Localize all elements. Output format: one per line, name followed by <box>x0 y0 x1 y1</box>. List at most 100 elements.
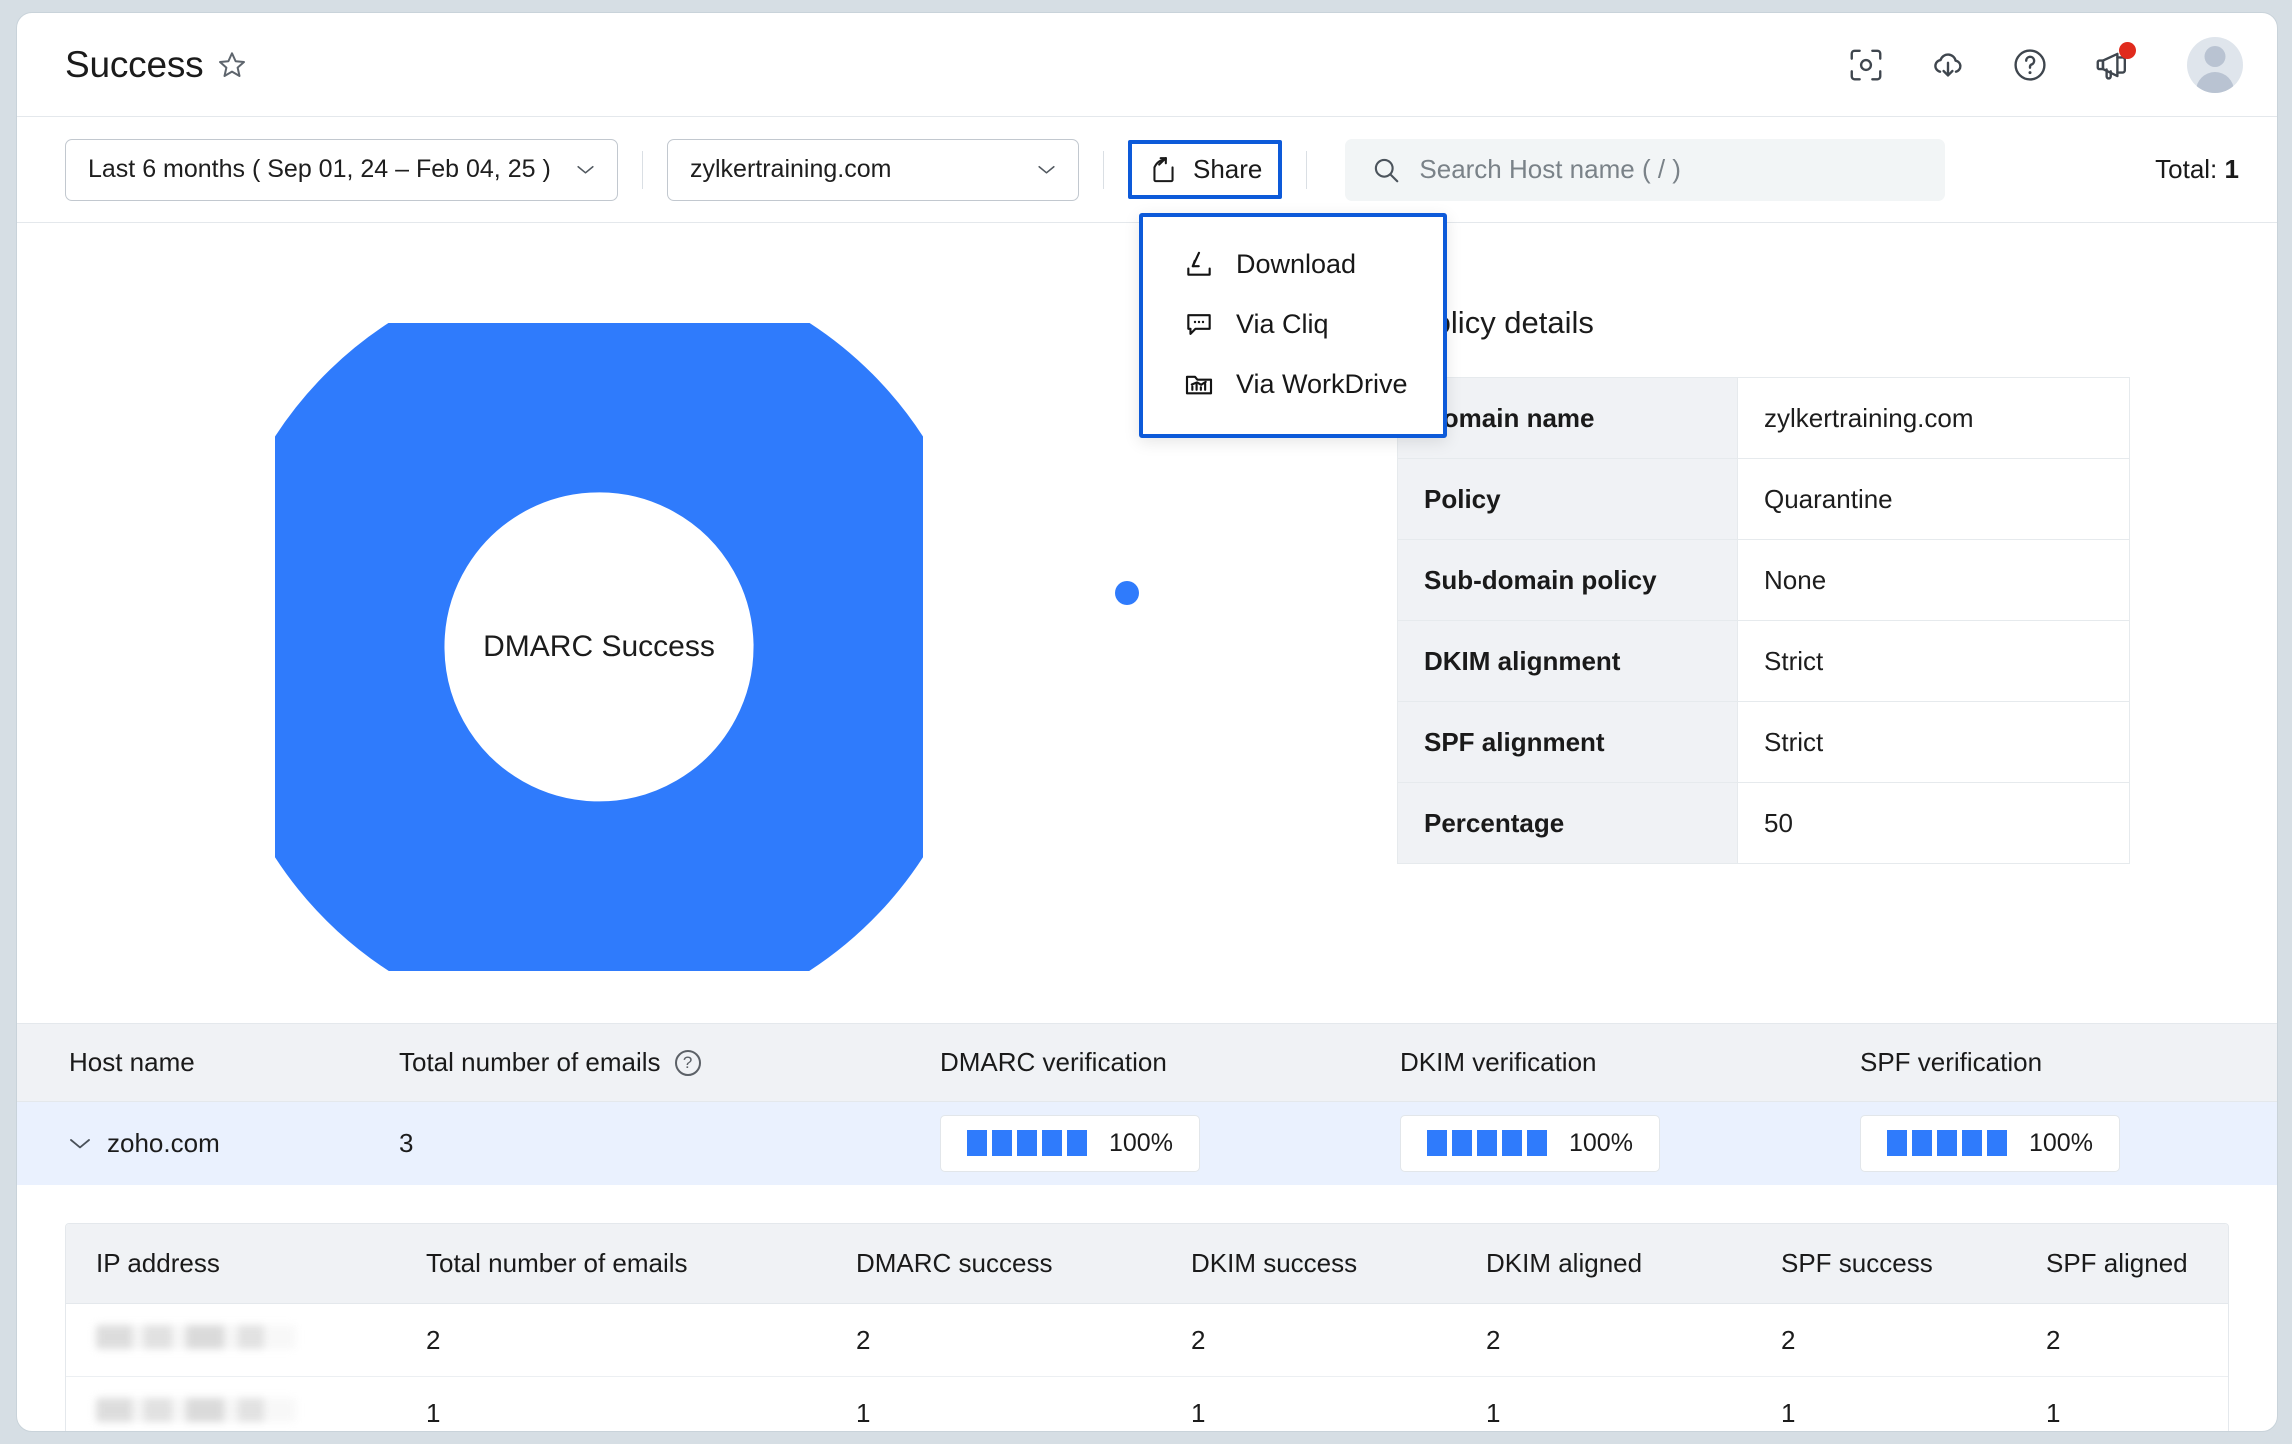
help-icon[interactable] <box>2011 46 2049 84</box>
cell-dkim-verification: 100% <box>1382 1101 1842 1185</box>
domain-select[interactable]: zylkertraining.com <box>667 138 1079 201</box>
col-header-spf-success[interactable]: SPF success <box>1751 1223 2016 1304</box>
policy-value: None <box>1737 539 2130 621</box>
share-menu-label: Via Cliq <box>1236 308 1329 339</box>
share-menu-item-download[interactable]: Download <box>1143 234 1443 294</box>
col-header-ip-address[interactable]: IP address <box>66 1223 396 1304</box>
screenshot-capture-icon[interactable] <box>1847 46 1885 84</box>
policy-key: Domain name <box>1397 377 1738 459</box>
application-window: Success Last 6 months (Sep 01, 24 – Feb… <box>16 12 2278 1432</box>
cell-spf-verification: 100% <box>1842 1101 2277 1185</box>
total-count-value: 1 <box>2224 154 2239 184</box>
policy-key: Sub-domain policy <box>1397 539 1738 621</box>
toolbar-divider <box>1306 150 1308 189</box>
cloud-download-icon[interactable] <box>1929 46 1967 84</box>
policy-value: Strict <box>1737 701 2130 783</box>
col-header-dkim-success[interactable]: DKIM success <box>1161 1223 1456 1304</box>
col-header-total-emails[interactable]: Total number of emails ? <box>347 1023 922 1102</box>
cell-dkim-aligned: 1 <box>1456 1376 1751 1431</box>
col-header-dmarc-verification[interactable]: DMARC verification <box>922 1023 1382 1102</box>
col-header-host-name[interactable]: Host name <box>17 1023 347 1102</box>
dmarc-progress-meter: 100% <box>940 1114 1200 1172</box>
col-header-dkim-aligned[interactable]: DKIM aligned <box>1456 1223 1751 1304</box>
toolbar-divider <box>1103 150 1104 189</box>
col-header-total-emails[interactable]: Total number of emails <box>396 1223 826 1304</box>
policy-details-title: Policy details <box>1413 305 1594 340</box>
search-host-box[interactable] <box>1345 138 1946 201</box>
domain-label: zylkertraining.com <box>690 155 892 183</box>
cell-spf-success: 2 <box>1751 1303 2016 1377</box>
policy-details-table: Domain name zylkertraining.com Policy Qu… <box>1397 377 2130 864</box>
policy-key: DKIM alignment <box>1397 620 1738 702</box>
host-summary-table: Host name Total number of emails ? DMARC… <box>17 1023 2277 1185</box>
cell-total-emails: 3 <box>347 1101 922 1185</box>
share-menu-item-workdrive[interactable]: Via WorkDrive <box>1143 354 1443 414</box>
share-button[interactable]: Share <box>1134 146 1277 193</box>
dmarc-success-donut-chart[interactable]: DMARC Success <box>275 323 923 971</box>
table-row: Policy Quarantine <box>1397 458 2130 540</box>
cell-spf-aligned: 2 <box>2016 1303 2228 1377</box>
col-header-spf-aligned[interactable]: SPF aligned <box>2016 1223 2228 1304</box>
table-row[interactable]: 1 1 1 1 1 1 <box>66 1376 2228 1431</box>
chart-legend-marker <box>1115 581 1139 605</box>
cell-dmarc-success: 1 <box>826 1376 1161 1431</box>
share-highlight-box: Share <box>1128 140 1283 199</box>
folder-chart-icon <box>1185 375 1213 395</box>
meter-segments <box>1887 1130 2007 1157</box>
toolbar-divider <box>642 150 643 189</box>
dkim-percent-value: 100% <box>1569 1128 1633 1157</box>
col-header-dkim-verification[interactable]: DKIM verification <box>1382 1023 1842 1102</box>
dmarc-percent-value: 100% <box>1109 1128 1173 1157</box>
policy-key: Policy <box>1397 458 1738 540</box>
total-count-label: Total: <box>2155 154 2218 184</box>
cell-spf-aligned: 1 <box>2016 1376 2228 1431</box>
chevron-down-icon <box>1038 165 1055 174</box>
chevron-down-icon <box>70 1138 90 1149</box>
ip-details-table: IP address Total number of emails DMARC … <box>66 1223 2228 1431</box>
cell-total-emails: 2 <box>396 1303 826 1377</box>
date-range-select[interactable]: Last 6 months ( Sep 01, 24 – Feb 04, 25 … <box>65 138 618 201</box>
dkim-progress-meter: 100% <box>1400 1114 1660 1172</box>
donut-slice-dmarc-success <box>275 323 923 971</box>
table-header-row: IP address Total number of emails DMARC … <box>66 1223 2228 1304</box>
cell-dmarc-verification: 100% <box>922 1101 1382 1185</box>
table-row: Percentage 50 <box>1397 782 2130 864</box>
table-row[interactable]: zoho.com 3 100% 100% 100% <box>17 1101 2277 1185</box>
redacted-ip-value <box>96 1324 296 1349</box>
col-header-dmarc-success[interactable]: DMARC success <box>826 1223 1161 1304</box>
date-range-label: Last 6 months ( Sep 01, 24 – Feb 04, 25 … <box>88 155 551 183</box>
table-header-row: Host name Total number of emails ? DMARC… <box>17 1023 2277 1102</box>
col-header-spf-verification[interactable]: SPF verification <box>1842 1023 2277 1102</box>
cell-dkim-aligned: 2 <box>1456 1303 1751 1377</box>
share-menu-item-cliq[interactable]: Via Cliq <box>1143 294 1443 354</box>
share-button-label: Share <box>1193 154 1263 184</box>
download-tray-icon <box>1187 251 1211 276</box>
host-name-value: zoho.com <box>107 1127 220 1158</box>
search-input[interactable] <box>1419 154 1920 185</box>
cell-dkim-success: 1 <box>1161 1376 1456 1431</box>
policy-details-pane: Policy details Domain name zylkertrainin… <box>1397 223 2277 1023</box>
star-outline-icon[interactable] <box>217 50 247 80</box>
chat-bubble-icon <box>1187 314 1211 335</box>
header-icon-group <box>1847 36 2243 93</box>
search-icon <box>1375 158 1399 182</box>
cell-spf-success: 1 <box>1751 1376 2016 1431</box>
notification-badge <box>2119 41 2136 59</box>
table-row[interactable]: 2 2 2 2 2 2 <box>66 1303 2228 1377</box>
meter-segments <box>967 1130 1087 1157</box>
app-header: Success <box>17 13 2277 117</box>
cell-host-name[interactable]: zoho.com <box>17 1101 347 1185</box>
cell-total-emails: 1 <box>396 1376 826 1431</box>
help-tooltip-icon[interactable]: ? <box>674 1049 701 1076</box>
share-menu-label: Via WorkDrive <box>1236 368 1408 399</box>
redacted-ip-value <box>96 1397 296 1422</box>
announcements-icon[interactable] <box>2093 41 2136 84</box>
filter-toolbar: Last 6 months ( Sep 01, 24 – Feb 04, 25 … <box>17 117 2277 223</box>
table-row: Sub-domain policy None <box>1397 539 2130 621</box>
spf-progress-meter: 100% <box>1860 1114 2120 1172</box>
cell-ip-address <box>66 1376 396 1431</box>
share-menu-label: Download <box>1236 248 1357 279</box>
user-avatar[interactable] <box>2187 36 2243 93</box>
policy-key: Percentage <box>1397 782 1738 864</box>
ip-details-panel: IP address Total number of emails DMARC … <box>65 1222 2229 1431</box>
